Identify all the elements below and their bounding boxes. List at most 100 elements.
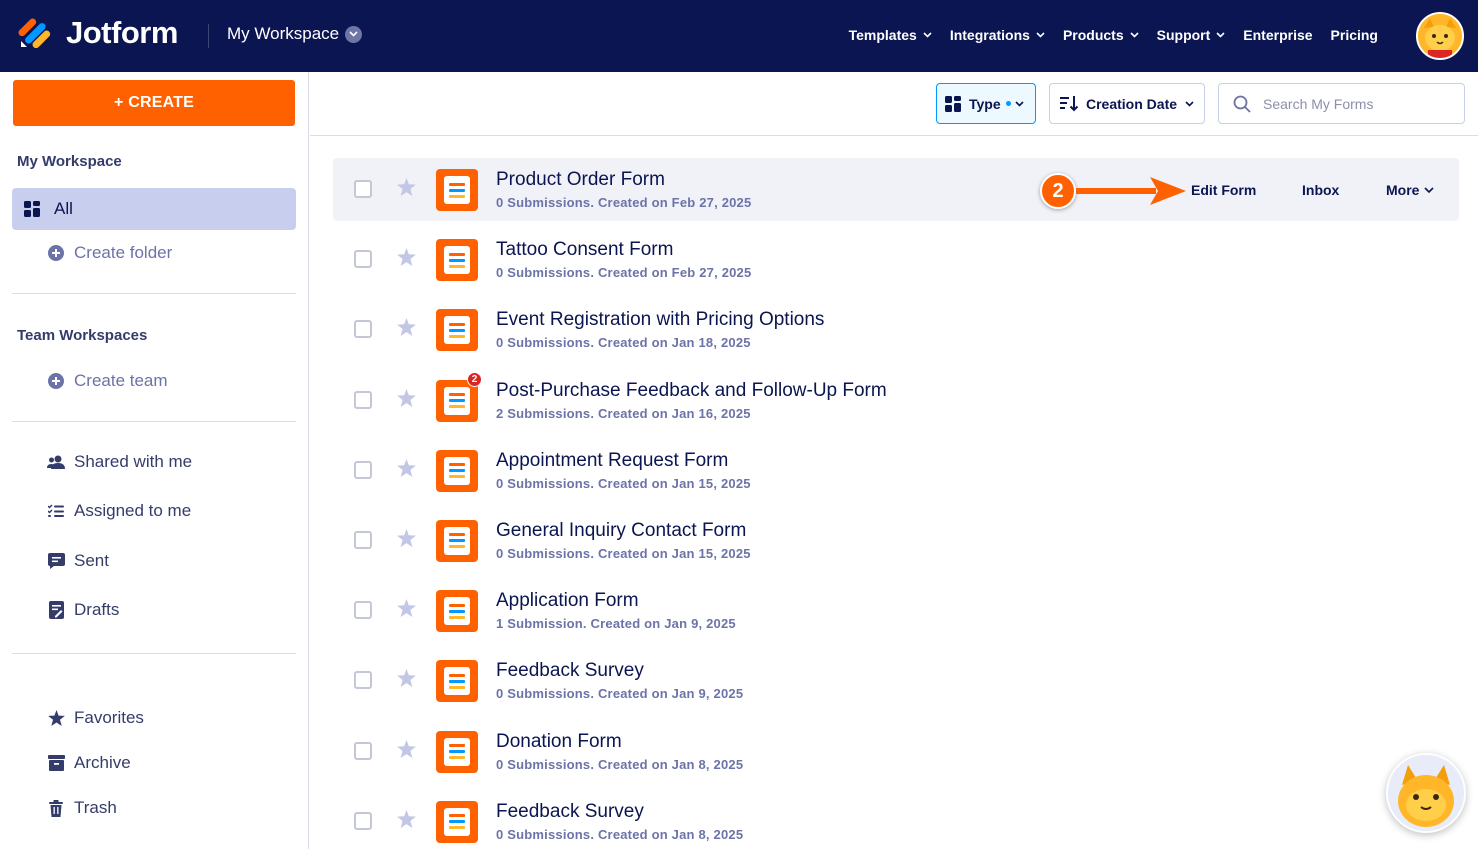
form-title[interactable]: Tattoo Consent Form [496, 239, 673, 261]
form-icon[interactable] [436, 309, 478, 352]
row-checkbox[interactable] [354, 250, 372, 269]
top-nav: Templates Integrations Products Support … [831, 27, 1378, 43]
chevron-down-icon [1015, 100, 1024, 107]
search-input[interactable] [1263, 95, 1443, 112]
checklist-icon [46, 501, 66, 521]
nav-pricing[interactable]: Pricing [1331, 27, 1378, 43]
nav-templates[interactable]: Templates [849, 27, 932, 43]
user-avatar[interactable] [1416, 12, 1464, 60]
form-icon[interactable] [436, 590, 478, 633]
form-title[interactable]: Donation Form [496, 731, 622, 753]
form-title[interactable]: Event Registration with Pricing Options [496, 309, 824, 331]
form-title[interactable]: Appointment Request Form [496, 450, 728, 472]
chevron-down-icon [1185, 100, 1194, 107]
form-row[interactable]: Product Order Form 0 Submissions. Create… [333, 158, 1459, 221]
more-menu-button[interactable]: More [1386, 182, 1435, 198]
row-checkbox[interactable] [354, 601, 372, 620]
star-icon[interactable] [397, 599, 416, 618]
row-checkbox[interactable] [354, 671, 372, 690]
create-folder-button[interactable]: Create folder [12, 232, 296, 274]
form-icon[interactable] [436, 169, 478, 211]
form-row[interactable]: 2 Post-Purchase Feedback and Follow-Up F… [333, 369, 1459, 439]
chevron-down-icon [1130, 32, 1139, 38]
sidebar-divider [12, 293, 296, 294]
row-checkbox[interactable] [354, 180, 372, 198]
star-icon[interactable] [397, 809, 416, 828]
form-icon[interactable] [436, 730, 478, 773]
form-title[interactable]: Product Order Form [496, 169, 665, 191]
form-row[interactable]: Tattoo Consent Form 0 Submissions. Creat… [333, 228, 1459, 298]
form-icon[interactable] [436, 660, 478, 703]
row-checkbox[interactable] [354, 811, 372, 830]
brand-name[interactable]: Jotform [66, 15, 178, 51]
star-icon[interactable] [397, 318, 416, 337]
form-icon[interactable] [436, 800, 478, 843]
sidebar-item-label: Trash [74, 798, 117, 817]
form-meta: 0 Submissions. Created on Jan 15, 2025 [496, 545, 751, 561]
row-checkbox[interactable] [354, 460, 372, 479]
form-icon[interactable] [436, 239, 478, 282]
form-icon[interactable] [436, 449, 478, 492]
form-title[interactable]: General Inquiry Contact Form [496, 520, 746, 542]
star-icon[interactable] [397, 248, 416, 267]
form-row[interactable]: Donation Form 0 Submissions. Created on … [333, 720, 1459, 790]
sidebar-item-archive[interactable]: Archive [12, 742, 296, 784]
team-workspaces-heading: Team Workspaces [17, 327, 148, 344]
star-icon[interactable] [397, 528, 416, 547]
chevron-down-icon [345, 25, 363, 43]
nav-products[interactable]: Products [1063, 27, 1139, 43]
top-navigation-bar: Jotform My Workspace Templates Integrati… [0, 0, 1478, 72]
form-meta: 2 Submissions. Created on Jan 16, 2025 [496, 405, 751, 421]
star-icon[interactable] [397, 739, 416, 758]
nav-support[interactable]: Support [1157, 27, 1226, 43]
row-checkbox[interactable] [354, 320, 372, 339]
nav-integrations[interactable]: Integrations [950, 27, 1045, 43]
sidebar-divider [12, 421, 296, 422]
form-icon-glyph [444, 807, 470, 836]
form-title[interactable]: Feedback Survey [496, 660, 644, 682]
star-icon[interactable] [397, 388, 416, 407]
nav-enterprise[interactable]: Enterprise [1243, 27, 1312, 43]
form-title[interactable]: Post-Purchase Feedback and Follow-Up For… [496, 380, 887, 402]
row-checkbox[interactable] [354, 530, 372, 549]
sidebar-item-drafts[interactable]: Drafts [12, 589, 296, 631]
chevron-down-icon [923, 32, 932, 38]
sidebar-item-assigned[interactable]: Assigned to me [12, 490, 296, 532]
message-icon [46, 551, 66, 571]
workspace-switcher[interactable]: My Workspace [227, 24, 363, 44]
sidebar-item-all[interactable]: All [12, 188, 296, 230]
inbox-button[interactable]: Inbox [1302, 182, 1339, 198]
row-checkbox[interactable] [354, 390, 372, 409]
row-checkbox[interactable] [354, 741, 372, 760]
sidebar-item-trash[interactable]: Trash [12, 787, 296, 829]
sort-button[interactable]: Creation Date [1049, 83, 1205, 124]
create-team-button[interactable]: Create team [12, 360, 296, 402]
form-row[interactable]: Feedback Survey 0 Submissions. Created o… [333, 649, 1459, 719]
star-icon[interactable] [397, 669, 416, 688]
search-icon [1233, 95, 1251, 113]
star-icon[interactable] [397, 458, 416, 477]
toolbar-divider [310, 135, 1478, 136]
form-title[interactable]: Application Form [496, 590, 639, 612]
form-row[interactable]: Appointment Request Form 0 Submissions. … [333, 439, 1459, 509]
mascot-assistant-icon [1388, 755, 1464, 831]
arrow-right-icon [1076, 177, 1186, 205]
form-row[interactable]: Application Form 1 Submission. Created o… [333, 579, 1459, 649]
ai-assistant-button[interactable] [1386, 753, 1466, 833]
form-title[interactable]: Feedback Survey [496, 801, 644, 823]
create-button[interactable]: + CREATE [13, 80, 295, 126]
form-row[interactable]: Feedback Survey 0 Submissions. Created o… [333, 790, 1459, 849]
sidebar-item-shared[interactable]: Shared with me [12, 441, 296, 483]
sidebar-item-label: All [54, 199, 73, 218]
sidebar-item-favorites[interactable]: Favorites [12, 697, 296, 739]
jotform-logo-icon[interactable] [18, 16, 52, 50]
edit-form-button[interactable]: Edit Form [1191, 182, 1256, 198]
form-row[interactable]: Event Registration with Pricing Options … [333, 298, 1459, 368]
type-filter-button[interactable]: Type [936, 83, 1036, 124]
star-icon[interactable] [397, 178, 416, 196]
form-row[interactable]: General Inquiry Contact Form 0 Submissio… [333, 509, 1459, 579]
nav-label: Pricing [1330, 27, 1378, 43]
sidebar-item-sent[interactable]: Sent [12, 540, 296, 582]
form-icon[interactable] [436, 519, 478, 562]
nav-label: Templates [848, 27, 917, 43]
